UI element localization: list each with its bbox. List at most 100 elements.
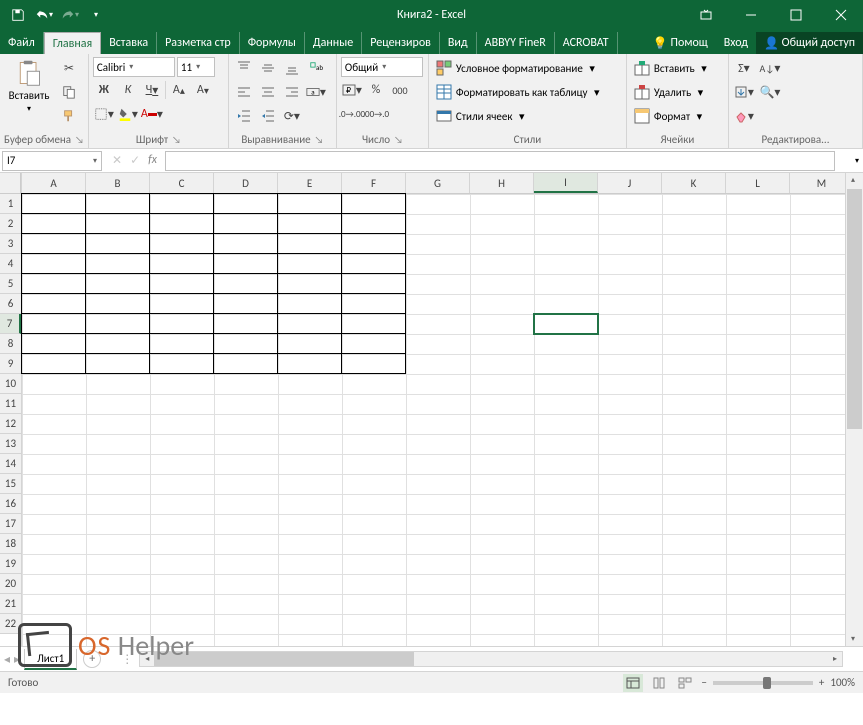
decrease-font-icon[interactable]: A▾ bbox=[192, 79, 214, 101]
format-painter-icon[interactable] bbox=[58, 105, 80, 127]
align-right-icon[interactable] bbox=[281, 81, 303, 103]
tab-review[interactable]: Рецензиров bbox=[362, 32, 440, 54]
fill-color-icon[interactable]: ▾ bbox=[117, 103, 139, 125]
paste-button[interactable]: Вставить ▾ bbox=[4, 57, 54, 133]
launcher-icon[interactable]: ↘ bbox=[315, 133, 324, 146]
tab-data[interactable]: Данные bbox=[305, 32, 362, 54]
align-bottom-icon[interactable] bbox=[281, 57, 303, 79]
sort-filter-icon[interactable]: A↓▾ bbox=[759, 57, 781, 79]
enter-formula-icon[interactable]: ✓ bbox=[130, 153, 140, 168]
row-header[interactable]: 11 bbox=[0, 394, 21, 414]
column-header[interactable]: F bbox=[342, 173, 406, 193]
name-box[interactable]: I7▾ bbox=[2, 151, 102, 171]
align-center-icon[interactable] bbox=[257, 81, 279, 103]
row-header[interactable]: 21 bbox=[0, 594, 21, 614]
tell-me[interactable]: 💡 Помощ bbox=[645, 32, 716, 54]
row-header[interactable]: 19 bbox=[0, 554, 21, 574]
active-cell[interactable] bbox=[533, 313, 599, 335]
copy-icon[interactable] bbox=[58, 81, 80, 103]
find-select-icon[interactable]: 🔍▾ bbox=[759, 81, 781, 103]
align-left-icon[interactable] bbox=[233, 81, 255, 103]
horizontal-scrollbar[interactable]: ◂ ▸ bbox=[139, 651, 843, 667]
decrease-indent-icon[interactable] bbox=[233, 105, 255, 127]
cell-styles-button[interactable]: Стили ячеек ▾ bbox=[433, 105, 622, 127]
redo-icon[interactable]: ▾ bbox=[58, 3, 82, 27]
column-header[interactable]: C bbox=[150, 173, 214, 193]
column-header[interactable]: D bbox=[214, 173, 278, 193]
row-header[interactable]: 14 bbox=[0, 454, 21, 474]
row-header[interactable]: 1 bbox=[0, 194, 21, 214]
row-header[interactable]: 20 bbox=[0, 574, 21, 594]
tab-insert[interactable]: Вставка bbox=[101, 32, 157, 54]
zoom-level[interactable]: 100% bbox=[830, 676, 855, 689]
tab-file[interactable]: Файл bbox=[0, 32, 44, 54]
number-format-combo[interactable]: Общий▾ bbox=[341, 57, 423, 77]
qat-customize-icon[interactable]: ▾ bbox=[84, 3, 108, 27]
merge-center-icon[interactable]: a▾ bbox=[305, 81, 327, 103]
row-header[interactable]: 15 bbox=[0, 474, 21, 494]
column-header[interactable]: H bbox=[470, 173, 534, 193]
row-header[interactable]: 2 bbox=[0, 214, 21, 234]
column-header[interactable]: I bbox=[534, 173, 598, 193]
font-color-icon[interactable]: A▾ bbox=[141, 103, 163, 125]
cut-icon[interactable]: ✂ bbox=[58, 57, 80, 79]
autosum-icon[interactable]: Σ▾ bbox=[733, 57, 755, 79]
bold-button[interactable]: Ж bbox=[93, 79, 115, 101]
launcher-icon[interactable]: ↘ bbox=[172, 133, 181, 146]
tab-home[interactable]: Главная bbox=[44, 32, 101, 54]
row-header[interactable]: 13 bbox=[0, 434, 21, 454]
row-header[interactable]: 6 bbox=[0, 294, 21, 314]
row-header[interactable]: 8 bbox=[0, 334, 21, 354]
tab-acrobat[interactable]: ACROBAT bbox=[555, 32, 618, 54]
cancel-formula-icon[interactable]: ✕ bbox=[112, 153, 122, 168]
launcher-icon[interactable]: ↘ bbox=[75, 133, 84, 146]
increase-decimal-icon[interactable]: .0→.00 bbox=[341, 103, 363, 125]
maximize-icon[interactable] bbox=[773, 0, 818, 30]
tab-pagelayout[interactable]: Разметка стр bbox=[157, 32, 240, 54]
italic-button[interactable]: К bbox=[117, 79, 139, 101]
row-header[interactable]: 4 bbox=[0, 254, 21, 274]
increase-font-icon[interactable]: A▴ bbox=[168, 79, 190, 101]
undo-icon[interactable]: ▾ bbox=[32, 3, 56, 27]
insert-cells-button[interactable]: Вставить ▾ bbox=[631, 57, 724, 79]
tab-formulas[interactable]: Формулы bbox=[240, 32, 305, 54]
column-header[interactable]: G bbox=[406, 173, 470, 193]
vertical-scrollbar[interactable]: ▴ ▾ bbox=[845, 173, 863, 646]
percent-icon[interactable]: % bbox=[365, 79, 387, 101]
normal-view-icon[interactable] bbox=[623, 674, 643, 692]
page-break-view-icon[interactable] bbox=[675, 674, 695, 692]
increase-indent-icon[interactable] bbox=[257, 105, 279, 127]
delete-cells-button[interactable]: Удалить ▾ bbox=[631, 81, 724, 103]
align-middle-icon[interactable] bbox=[257, 57, 279, 79]
page-layout-view-icon[interactable] bbox=[649, 674, 669, 692]
column-header[interactable]: A bbox=[22, 173, 86, 193]
launcher-icon[interactable]: ↘ bbox=[394, 133, 403, 146]
decrease-decimal-icon[interactable]: .00→.0 bbox=[365, 103, 387, 125]
format-as-table-button[interactable]: Форматировать как таблицу ▾ bbox=[433, 81, 622, 103]
zoom-in-icon[interactable]: + bbox=[819, 676, 824, 689]
borders-icon[interactable]: ▾ bbox=[93, 103, 115, 125]
column-header[interactable]: E bbox=[278, 173, 342, 193]
fill-icon[interactable]: ▾ bbox=[733, 81, 755, 103]
format-cells-button[interactable]: Формат ▾ bbox=[631, 105, 724, 127]
scrollbar-thumb[interactable] bbox=[847, 189, 862, 429]
column-header[interactable]: L bbox=[726, 173, 790, 193]
ribbon-display-icon[interactable] bbox=[683, 0, 728, 30]
column-header[interactable]: B bbox=[86, 173, 150, 193]
orientation-icon[interactable]: ⟳▾ bbox=[281, 105, 303, 127]
row-header[interactable]: 7 bbox=[0, 314, 21, 334]
row-header[interactable]: 17 bbox=[0, 514, 21, 534]
row-header[interactable]: 16 bbox=[0, 494, 21, 514]
font-size-combo[interactable]: 11▾ bbox=[177, 57, 215, 77]
row-header[interactable]: 3 bbox=[0, 234, 21, 254]
insert-function-icon[interactable]: fx bbox=[148, 153, 157, 168]
wrap-text-icon[interactable]: ab bbox=[305, 57, 327, 79]
column-header[interactable]: K bbox=[662, 173, 726, 193]
underline-button[interactable]: Ч▾ bbox=[141, 79, 163, 101]
share-button[interactable]: 👤 Общий доступ bbox=[756, 32, 863, 54]
row-header[interactable]: 18 bbox=[0, 534, 21, 554]
sign-in[interactable]: Вход bbox=[716, 32, 756, 54]
font-name-combo[interactable]: Calibri▾ bbox=[93, 57, 175, 77]
tab-view[interactable]: Вид bbox=[440, 32, 477, 54]
row-header[interactable]: 9 bbox=[0, 354, 21, 374]
